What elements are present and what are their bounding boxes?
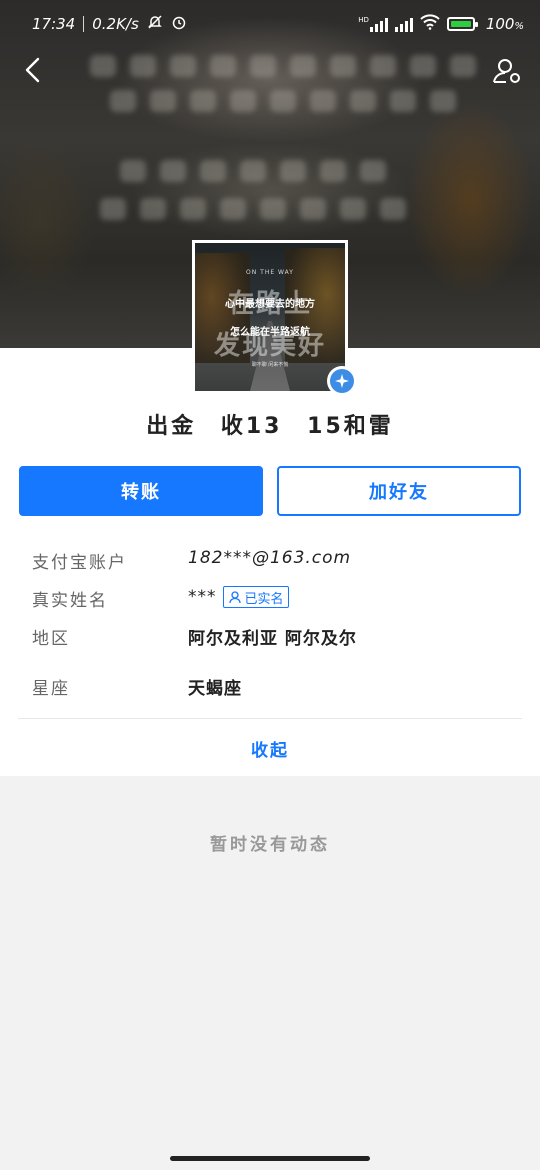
id-person-icon	[228, 591, 241, 604]
avatar-image: ON THE WAY 在路上 发现美好 心中最想要去的地方 怎么能在半路返航 聊…	[195, 243, 345, 391]
info-row-real-name: 真实姓名 *** 已实名	[0, 586, 540, 616]
avatar-caption: ON THE WAY	[246, 269, 294, 276]
sparkle-icon	[335, 374, 349, 388]
back-button[interactable]	[20, 56, 48, 84]
avatar[interactable]: ON THE WAY 在路上 发现美好 心中最想要去的地方 怎么能在半路返航 聊…	[192, 240, 348, 394]
empty-feed-text: 暂时没有动态	[210, 835, 330, 855]
signal-icon	[394, 16, 413, 32]
info-value: 阿尔及利亚 阿尔及尔	[188, 629, 357, 649]
info-label: 地区	[32, 629, 70, 649]
info-value-group: *** 已实名	[188, 586, 289, 608]
profile-page: 17:34 0.2K/s HD 100% ON THE WAY 在路上 发现美好…	[0, 0, 540, 1170]
blurred-decoration	[120, 160, 386, 182]
wifi-icon	[420, 14, 440, 34]
battery-level: 100%	[485, 15, 524, 33]
avatar-footer-text: 聊不聊 闲来不慌	[251, 362, 289, 368]
status-net-speed: 0.2K/s	[92, 15, 139, 33]
blurred-decoration	[90, 55, 476, 77]
home-indicator[interactable]	[170, 1156, 370, 1161]
info-label: 真实姓名	[32, 591, 108, 611]
blurred-decoration	[110, 90, 456, 112]
info-label: 支付宝账户	[32, 553, 127, 573]
alarm-icon	[171, 14, 187, 34]
divider	[18, 718, 522, 719]
info-value: 天蝎座	[188, 679, 242, 699]
user-settings-icon	[493, 59, 520, 83]
info-row-zodiac: 星座 天蝎座	[0, 674, 540, 704]
battery-icon	[446, 17, 478, 31]
profile-settings-button[interactable]	[492, 56, 522, 86]
info-value: ***	[188, 587, 217, 607]
verified-badge	[327, 366, 357, 396]
status-bar: 17:34 0.2K/s HD 100%	[0, 0, 540, 50]
info-row-account: 支付宝账户 182***@163.com	[0, 548, 540, 578]
info-row-region: 地区 阿尔及利亚 阿尔及尔	[0, 624, 540, 654]
info-value[interactable]: 182***@163.com	[188, 548, 351, 568]
info-label: 星座	[32, 679, 70, 699]
transfer-button[interactable]: 转账	[19, 466, 263, 516]
status-time: 17:34	[32, 15, 76, 33]
mute-icon	[147, 14, 163, 34]
add-friend-button[interactable]: 加好友	[277, 466, 521, 516]
verified-name-badge: 已实名	[222, 586, 289, 608]
verified-name-text: 已实名	[244, 591, 284, 607]
avatar-text-line: 怎么能在半路返航	[230, 327, 310, 338]
collapse-button[interactable]: 收起	[0, 736, 540, 761]
profile-name: 出金 收13 15和雷	[146, 414, 394, 439]
hd-signal-icon: HD	[358, 16, 388, 32]
chevron-left-icon	[25, 57, 40, 83]
avatar-text-line: 心中最想要去的地方	[225, 299, 315, 310]
blurred-decoration	[100, 198, 406, 220]
